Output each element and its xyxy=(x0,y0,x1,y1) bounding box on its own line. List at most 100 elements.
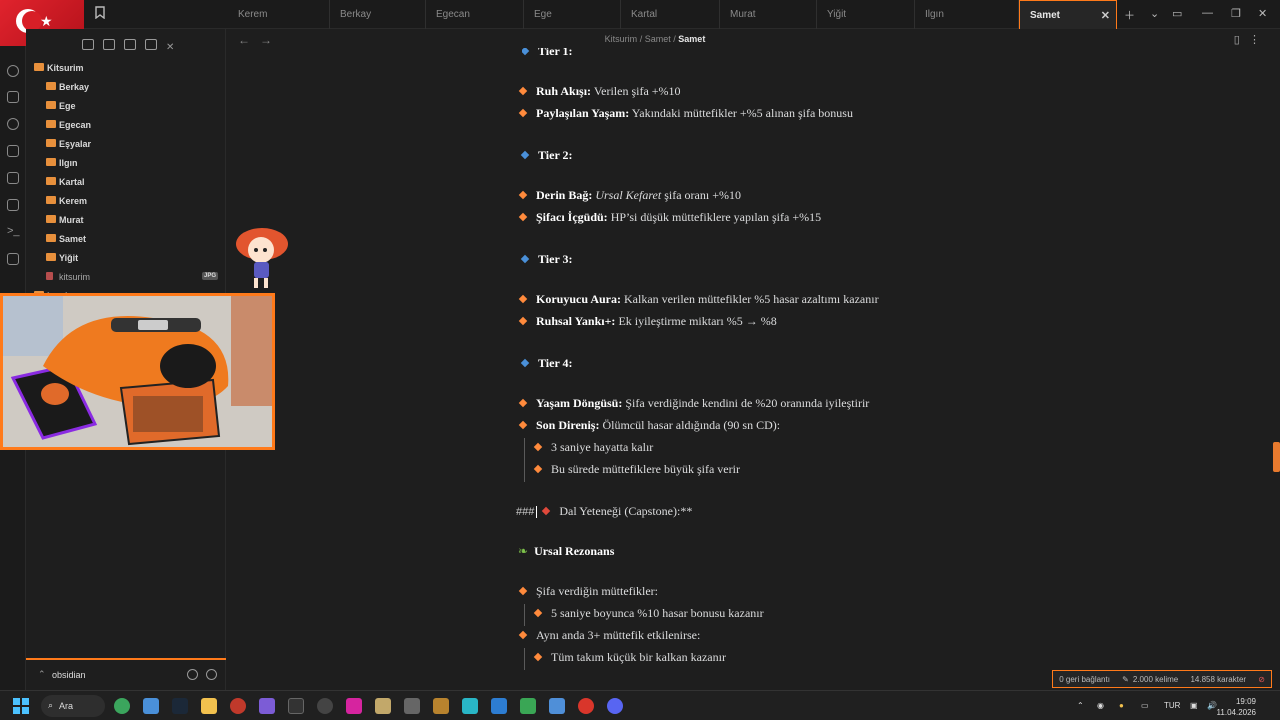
taskview-icon[interactable] xyxy=(143,698,159,714)
copy-icon[interactable] xyxy=(7,199,19,211)
pencil-icon: ✎ xyxy=(1122,675,1129,684)
tab-kartal[interactable]: Kartal xyxy=(621,0,720,29)
riot-icon[interactable] xyxy=(433,698,449,714)
reading-mode-icon[interactable]: ▯ xyxy=(1234,34,1240,46)
instagram-icon[interactable] xyxy=(346,698,362,714)
folder-ege[interactable]: Ege xyxy=(26,97,226,116)
graph-icon[interactable] xyxy=(7,118,19,130)
bullet-icon xyxy=(518,108,528,118)
map-pin-icon[interactable] xyxy=(7,65,19,77)
tab-kerem[interactable]: Kerem xyxy=(228,0,330,29)
bookmark-icon[interactable] xyxy=(95,6,109,22)
window-app-icon[interactable] xyxy=(491,698,507,714)
breadcrumb-note[interactable]: Samet xyxy=(678,34,705,44)
new-tab-icon[interactable]: ＋ xyxy=(1124,7,1135,23)
minecraft-icon[interactable] xyxy=(520,698,536,714)
tab-egecan[interactable]: Egecan xyxy=(426,0,524,29)
tier-heading: Tier 1: xyxy=(522,48,573,59)
terminal-icon[interactable]: >_ xyxy=(7,226,20,238)
volume-icon[interactable]: 🔊 xyxy=(1207,701,1217,710)
tab-samet[interactable]: Samet ✕ xyxy=(1019,0,1117,29)
minimize-icon[interactable]: — xyxy=(1202,7,1213,19)
settings-gear-icon[interactable] xyxy=(206,669,217,680)
language-indicator[interactable]: TUR xyxy=(1164,701,1180,710)
clock[interactable]: 19:09 11.04.2026 xyxy=(1217,696,1256,718)
sub-list-item: 3 saniye hayatta kalır xyxy=(524,438,653,460)
grid-icon[interactable] xyxy=(7,145,19,157)
breadcrumb-vault[interactable]: Kitsurim xyxy=(605,34,638,44)
opera-icon[interactable] xyxy=(230,698,246,714)
calendar-icon[interactable] xyxy=(7,172,19,184)
leaf-icon: ❧ xyxy=(518,544,529,558)
epic-games-icon[interactable] xyxy=(288,698,304,714)
tab-berkay[interactable]: Berkay xyxy=(330,0,426,29)
tab-ege[interactable]: Ege xyxy=(524,0,621,29)
chevron-down-icon[interactable]: ⌄ xyxy=(1150,7,1159,20)
bullet-icon xyxy=(518,586,528,596)
mic-icon[interactable]: ● xyxy=(1119,701,1124,710)
obsidian-icon[interactable] xyxy=(259,698,275,714)
file-kitsurim[interactable]: kitsurim JPG xyxy=(26,268,226,287)
tab-murat[interactable]: Murat xyxy=(720,0,817,29)
scrollbar-thumb[interactable] xyxy=(1273,442,1280,472)
file-explorer-icon[interactable] xyxy=(201,698,217,714)
list-item: Ruhsal Yankı+: Ek iyileştirme miktarı %5… xyxy=(518,314,777,329)
backlinks-count[interactable]: 0 geri bağlantı xyxy=(1059,675,1110,684)
folder-samet[interactable]: Samet xyxy=(26,230,226,249)
folder-esyalar[interactable]: Eşyalar xyxy=(26,135,226,154)
windows-start-icon[interactable] xyxy=(13,698,29,714)
tray-overflow-icon[interactable]: ⌃ xyxy=(1077,701,1084,710)
bullet-icon xyxy=(518,316,528,326)
folder-berkay[interactable]: Berkay xyxy=(26,78,226,97)
app-icon[interactable] xyxy=(462,698,478,714)
taskbar-search[interactable]: ⌕ Ara xyxy=(41,695,105,717)
discord-icon[interactable] xyxy=(607,698,623,714)
close-tab-icon[interactable]: ✕ xyxy=(1101,9,1110,22)
folder-icon xyxy=(46,234,56,242)
maximize-icon[interactable]: ❐ xyxy=(1231,7,1241,20)
folder-murat[interactable]: Murat xyxy=(26,211,226,230)
tab-label: Samet xyxy=(1030,10,1061,21)
folder-kerem[interactable]: Kerem xyxy=(26,192,226,211)
xbox-icon[interactable] xyxy=(114,698,130,714)
vault-switcher[interactable]: ⌃ obsidian xyxy=(26,658,226,690)
game-icon[interactable] xyxy=(375,698,391,714)
status-bar: 0 geri bağlantı ✎ 2.000 kelime 14.858 kar… xyxy=(1052,670,1272,688)
list-item: Derin Bağ: Ursal Kefaret şifa oranı +%10 xyxy=(518,188,741,203)
ursal-heading: ❧ Ursal Rezonans xyxy=(518,544,615,558)
tier-diamond-icon xyxy=(520,150,530,160)
close-window-icon[interactable]: ✕ xyxy=(1258,7,1267,20)
list-item: Aynı anda 3+ müttefik etkilenirse: xyxy=(518,628,700,643)
tool-icon[interactable] xyxy=(404,698,420,714)
clock-time: 19:09 xyxy=(1235,697,1256,706)
list-item: Son Direniş: Ölümcül hasar aldığında (90… xyxy=(518,418,780,433)
tab-ilgin[interactable]: Ilgın xyxy=(915,0,1019,29)
sub-list-item: Tüm takım küçük bir kalkan kazanır xyxy=(524,648,726,670)
sidebar-toggle-icon[interactable]: ▭ xyxy=(1172,7,1182,20)
folder-icon xyxy=(46,82,56,90)
tier-diamond-icon xyxy=(520,254,530,264)
folder-kartal[interactable]: Kartal xyxy=(26,173,226,192)
help-icon[interactable] xyxy=(187,669,198,680)
file-icon[interactable] xyxy=(7,91,19,103)
folder-ilgin[interactable]: Ilgın xyxy=(26,154,226,173)
display-icon[interactable]: ▣ xyxy=(1190,701,1198,710)
blocks-icon[interactable] xyxy=(7,253,19,265)
folder-egecan[interactable]: Egecan xyxy=(26,116,226,135)
root-folder[interactable]: Kitsurim xyxy=(26,59,226,78)
photos-icon[interactable] xyxy=(549,698,565,714)
steam-icon[interactable] xyxy=(172,698,188,714)
vault-name: obsidian xyxy=(52,670,86,680)
tier-heading: Tier 2: xyxy=(520,148,573,163)
breadcrumb-folder[interactable]: Samet xyxy=(645,34,671,44)
github-icon[interactable] xyxy=(317,698,333,714)
keyboard-icon[interactable]: ▭ xyxy=(1141,701,1149,710)
steam-tray-icon[interactable]: ◉ xyxy=(1097,701,1104,710)
tab-yigit[interactable]: Yiğit xyxy=(817,0,915,29)
sync-off-icon[interactable]: ⊘ xyxy=(1258,675,1265,684)
folder-yigit[interactable]: Yiğit xyxy=(26,249,226,268)
capstone-line[interactable]: ### Dal Yeteneği (Capstone):** xyxy=(516,504,692,519)
more-options-icon[interactable]: ⋮ xyxy=(1249,34,1260,46)
valorant-icon[interactable] xyxy=(578,698,594,714)
search-label: Ara xyxy=(59,701,74,711)
